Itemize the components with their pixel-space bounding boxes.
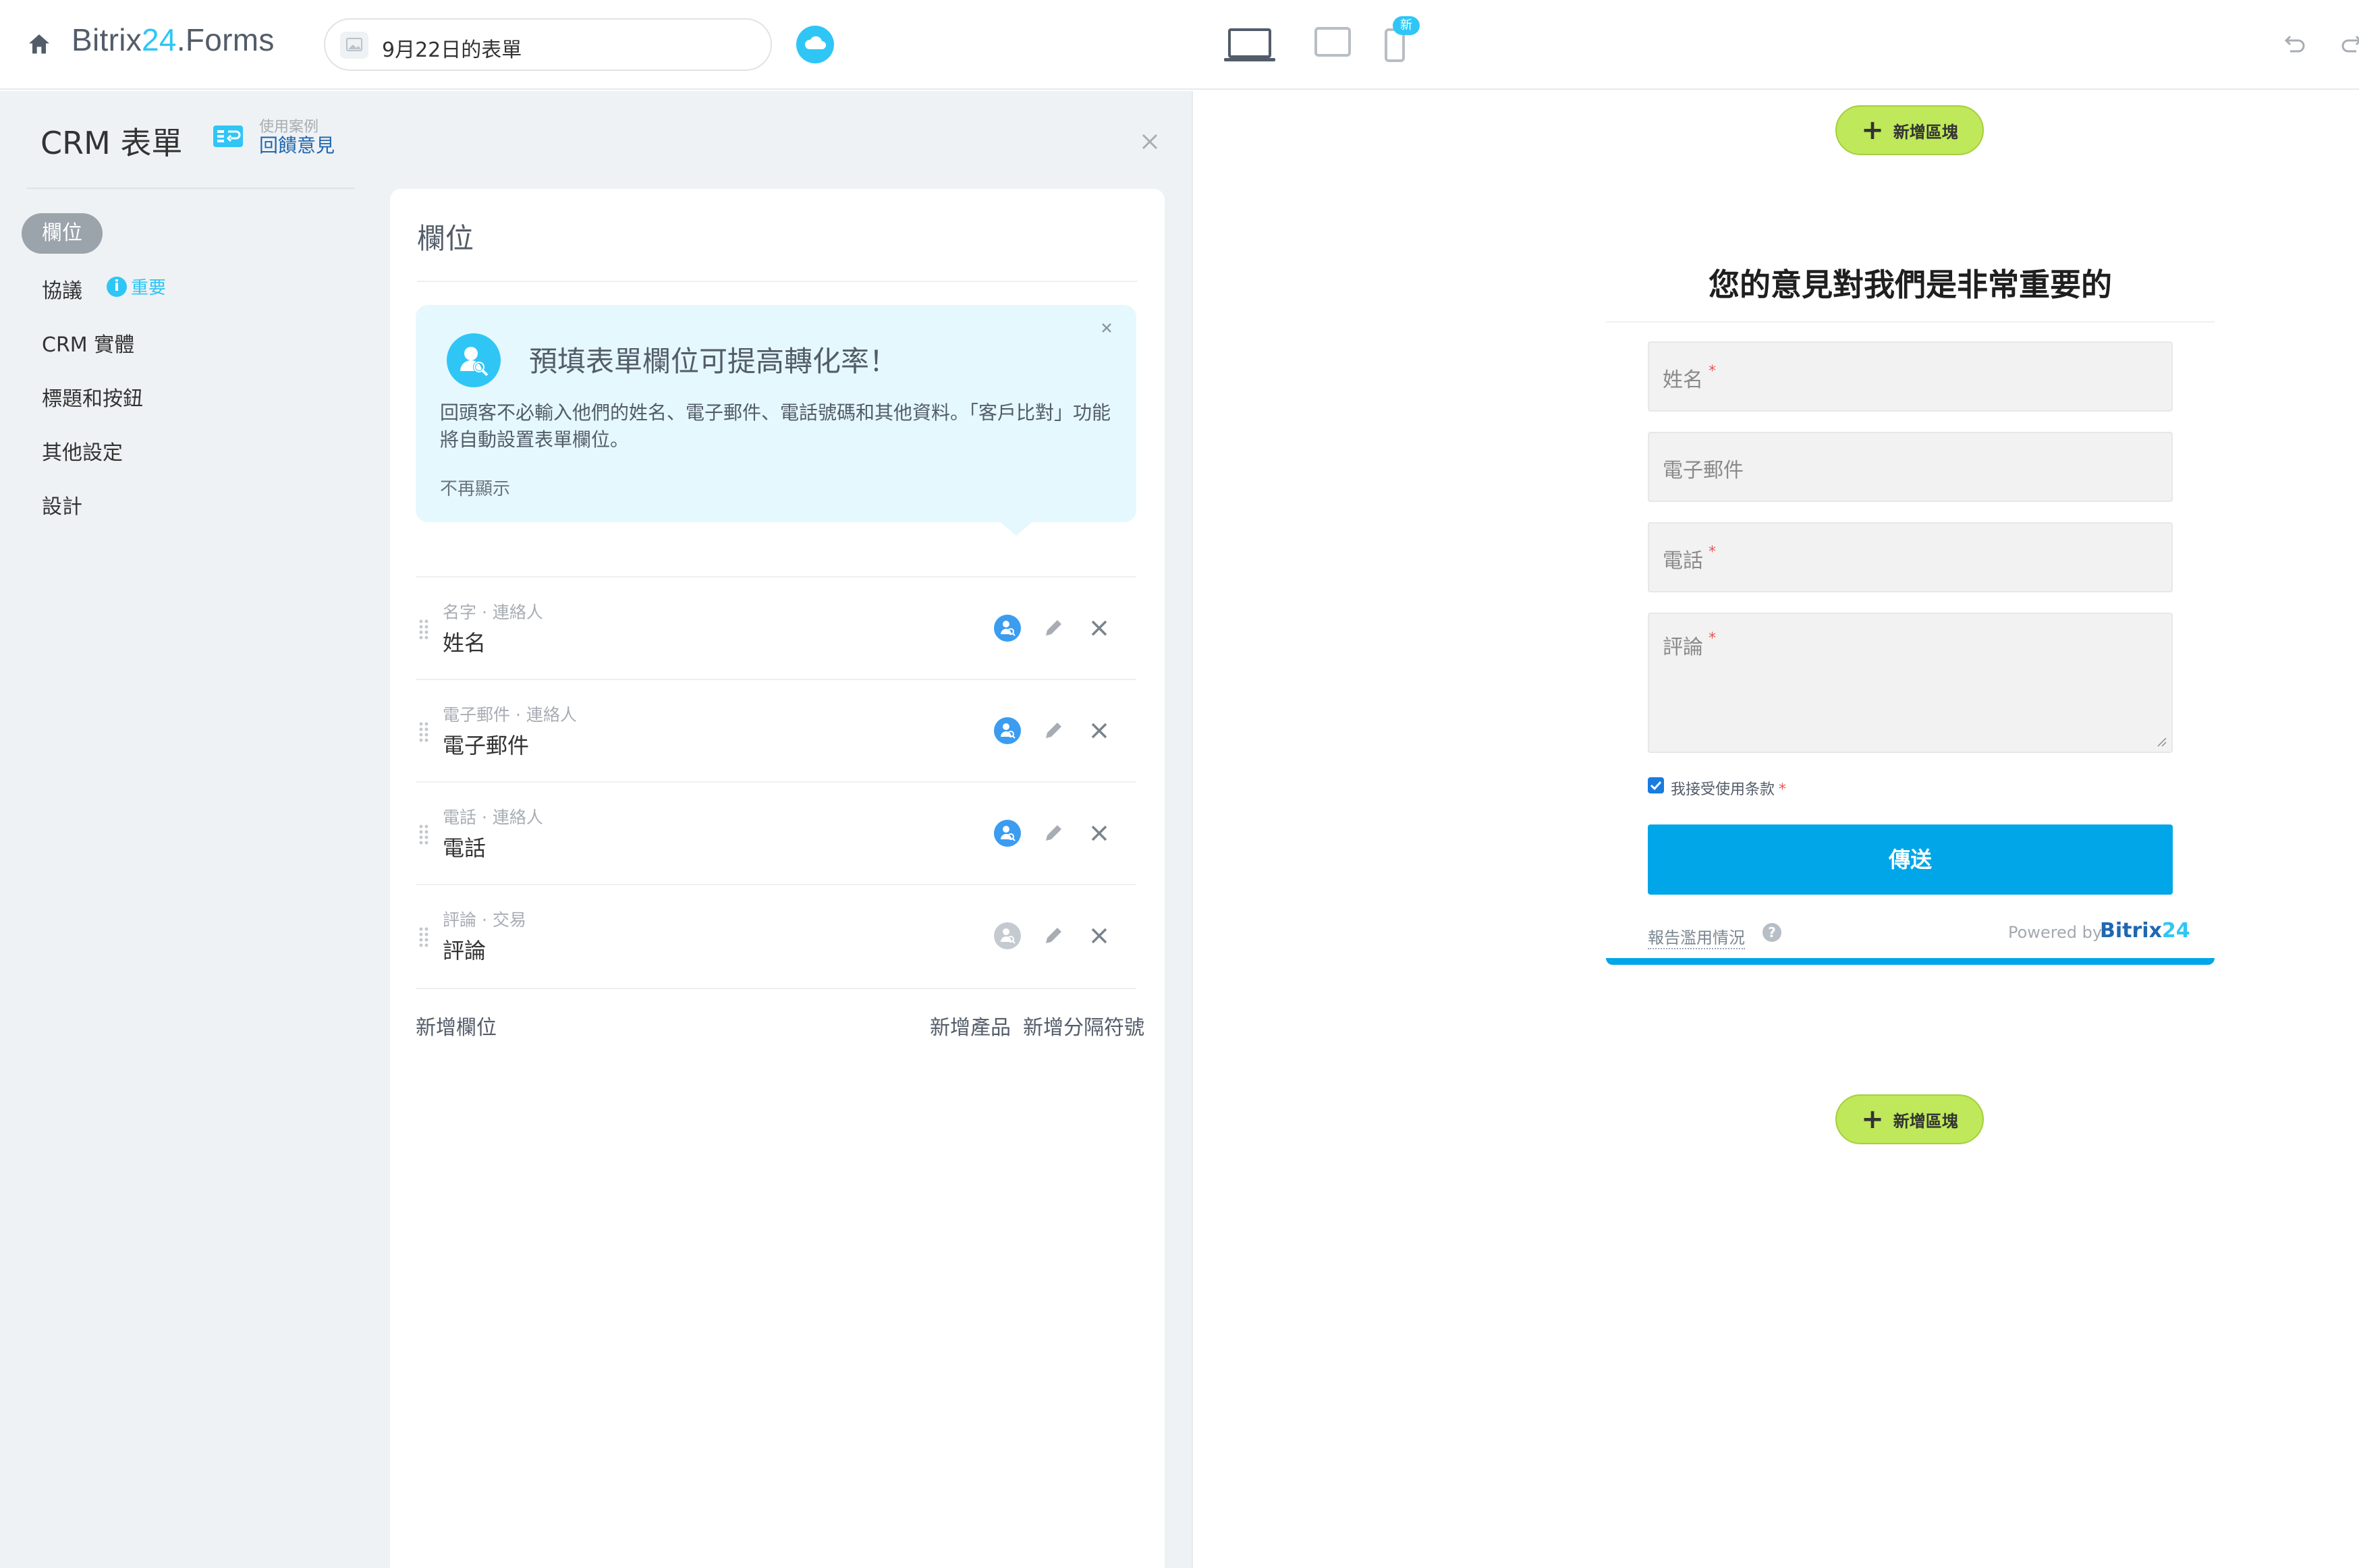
agreement-checkbox[interactable] xyxy=(1648,777,1664,793)
sidebar-item-crm-entities[interactable]: CRM 實體 xyxy=(42,328,134,358)
email-placeholder: 電子郵件 xyxy=(1663,459,1744,482)
form-preview: 您的意見對我們是非常重要的 姓名 * 電子郵件 電話 * 評論 * 我接受使用条款 * … xyxy=(1606,243,2215,972)
laptop-icon[interactable] xyxy=(1223,26,1277,65)
drag-handle-icon[interactable] xyxy=(417,618,431,641)
send-button[interactable]: 傳送 xyxy=(1648,824,2173,895)
customer-match-icon[interactable] xyxy=(993,819,1022,847)
form-name-text: 9月22日的表單 xyxy=(382,38,522,62)
pencil-icon[interactable] xyxy=(1040,615,1066,641)
cloud-icon xyxy=(804,36,826,49)
add-block-button[interactable]: + 新增區塊 xyxy=(1835,1094,1984,1144)
divider xyxy=(417,281,1138,282)
undo-icon[interactable] xyxy=(2281,31,2308,58)
field-caption: 名字 · 連絡人 xyxy=(443,603,543,622)
powered-by-text: Powered by xyxy=(2008,923,2103,942)
add-block-button[interactable]: + 新增區塊 xyxy=(1835,105,1984,155)
customer-match-icon[interactable] xyxy=(993,614,1022,642)
check-icon xyxy=(1650,781,1662,791)
field-label: 姓名 xyxy=(443,630,487,656)
field-caption: 評論 · 交易 xyxy=(443,910,526,930)
help-icon[interactable]: ? xyxy=(1763,923,1781,942)
promo-banner: 預填表單欄位可提高轉化率！ 回頭客不必輸入他們的姓名、電子郵件、電話號碼和其他資… xyxy=(416,305,1136,522)
sidebar-item-other-settings[interactable]: 其他設定 xyxy=(42,436,123,466)
field-label: 電話 xyxy=(443,835,487,861)
divider xyxy=(416,988,1136,989)
info-icon: i xyxy=(107,276,127,297)
divider xyxy=(1606,321,2215,323)
sidebar-item-headers-buttons[interactable]: 標題和按鈕 xyxy=(42,382,143,412)
promo-title: 預填表單欄位可提高轉化率！ xyxy=(529,345,898,378)
promo-pointer xyxy=(997,520,1035,536)
divider xyxy=(1192,91,1193,1568)
agreement-label[interactable]: 我接受使用条款 * xyxy=(1671,777,1786,799)
add-field-link[interactable]: 新增欄位 xyxy=(416,1011,497,1040)
close-icon[interactable] xyxy=(1088,719,1111,742)
field-label: 電子郵件 xyxy=(443,733,530,758)
home-icon[interactable] xyxy=(26,31,53,58)
close-icon[interactable] xyxy=(1088,617,1111,640)
plus-icon: + xyxy=(1861,115,1884,146)
customer-match-icon[interactable] xyxy=(993,717,1022,745)
pencil-icon[interactable] xyxy=(1040,718,1066,744)
comment-textarea[interactable]: 評論 * xyxy=(1648,613,2173,753)
tablet-icon[interactable] xyxy=(1313,26,1352,58)
drag-handle-icon[interactable] xyxy=(417,926,431,949)
pencil-icon[interactable] xyxy=(1040,820,1066,846)
dont-show-again-link[interactable]: 不再顯示 xyxy=(440,475,510,500)
promo-body: 回頭客不必輸入他們的姓名、電子郵件、電話號碼和其他資料。「客戶比對」功能將自動設… xyxy=(440,401,1111,451)
close-icon[interactable] xyxy=(1088,822,1111,845)
use-case-icon xyxy=(213,125,243,147)
resize-handle-icon[interactable] xyxy=(2155,735,2167,748)
close-icon[interactable] xyxy=(1138,130,1162,154)
close-icon[interactable] xyxy=(1099,320,1115,336)
close-icon[interactable] xyxy=(1088,924,1111,947)
add-block-label: 新增區塊 xyxy=(1893,122,1958,142)
sidebar-item-agreement[interactable]: 協議 xyxy=(42,274,82,304)
important-badge[interactable]: i 重要 xyxy=(107,274,166,299)
customer-match-icon[interactable] xyxy=(993,922,1022,950)
add-block-label: 新增區塊 xyxy=(1893,1111,1958,1131)
drag-handle-icon[interactable] xyxy=(417,823,431,846)
sidebar-item-fields[interactable]: 欄位 xyxy=(22,213,103,254)
panel-title: CRM 表單 xyxy=(40,125,183,161)
field-row[interactable]: 評論 · 交易 評論 xyxy=(416,884,1136,986)
comment-placeholder: 評論 * xyxy=(1663,630,1716,659)
field-caption: 電話 · 連絡人 xyxy=(443,808,543,827)
report-abuse-link[interactable]: 報告濫用情況 xyxy=(1648,924,1745,949)
name-input[interactable]: 姓名 * xyxy=(1648,341,2173,412)
use-case-link[interactable]: 回饋意見 xyxy=(259,131,335,158)
field-row[interactable]: 名字 · 連絡人 姓名 xyxy=(416,576,1136,679)
important-label: 重要 xyxy=(131,278,167,298)
field-row[interactable]: 電子郵件 · 連絡人 電子郵件 xyxy=(416,679,1136,781)
field-row[interactable]: 電話 · 連絡人 電話 xyxy=(416,781,1136,884)
add-product-link[interactable]: 新增產品 xyxy=(930,1011,1011,1040)
fields-card: 欄位 預填表單欄位可提高轉化率！ 回頭客不必輸入他們的姓名、電子郵件、電話號碼和… xyxy=(390,189,1165,1568)
drag-handle-icon[interactable] xyxy=(417,721,431,744)
top-bar: Bitrix24.Forms 9月22日的表單 新 xyxy=(0,0,2359,90)
phone-input[interactable]: 電話 * xyxy=(1648,522,2173,592)
customer-match-icon xyxy=(447,333,501,387)
pencil-icon[interactable] xyxy=(1040,923,1066,949)
fields-heading: 欄位 xyxy=(417,222,474,255)
phone-placeholder: 電話 * xyxy=(1663,544,1716,573)
form-title: 您的意見對我們是非常重要的 xyxy=(1709,267,2112,303)
sidebar-item-design[interactable]: 設計 xyxy=(42,490,82,520)
form-bottom-accent xyxy=(1606,958,2215,965)
field-caption: 電子郵件 · 連絡人 xyxy=(443,705,577,725)
divider xyxy=(27,188,355,189)
email-input[interactable]: 電子郵件 xyxy=(1648,432,2173,502)
brand-logo[interactable]: Bitrix24.Forms xyxy=(72,22,275,58)
name-placeholder: 姓名 * xyxy=(1663,363,1716,392)
bitrix24-logo[interactable]: Bitrix24 xyxy=(2100,919,2190,943)
form-name-field[interactable]: 9月22日的表單 xyxy=(324,18,772,71)
redo-icon[interactable] xyxy=(2336,31,2359,58)
field-label: 評論 xyxy=(443,938,487,963)
cloud-save-button[interactable] xyxy=(796,26,834,63)
add-separator-link[interactable]: 新增分隔符號 xyxy=(1023,1011,1144,1040)
new-badge: 新 xyxy=(1393,16,1420,35)
image-icon xyxy=(340,32,368,59)
plus-icon: + xyxy=(1861,1104,1884,1135)
